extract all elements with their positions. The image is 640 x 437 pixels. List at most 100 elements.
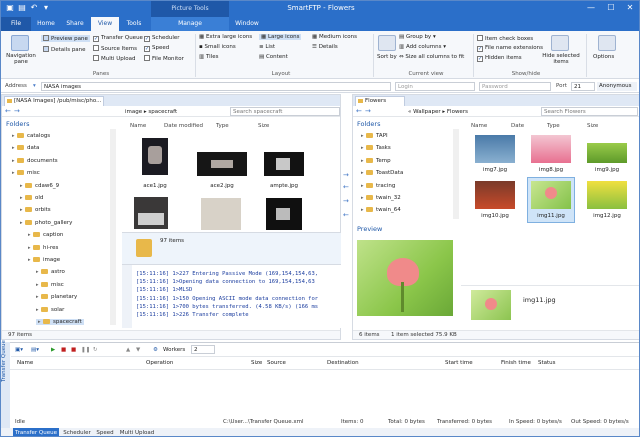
workers-input[interactable]: 2 (191, 345, 215, 354)
column-type[interactable]: Type (547, 123, 560, 129)
tab-home[interactable]: Home (32, 17, 60, 31)
maximize-button[interactable]: ☐ (601, 1, 621, 15)
size-columns-button[interactable]: ⇔ Size all columns to fit (399, 54, 464, 60)
tree-item[interactable]: ▸ Temp (361, 157, 391, 164)
column-type[interactable]: Type (216, 123, 229, 129)
tree-item[interactable]: ▸ catalogs (12, 133, 50, 139)
sort-by-button[interactable]: Sort by (377, 54, 397, 60)
tab-view[interactable]: View (91, 17, 119, 31)
layout-small-icons[interactable]: ▪ Small icons (199, 44, 236, 50)
tree-item[interactable]: ▸ orbits (20, 207, 51, 213)
queue-add-icon[interactable]: ▣▾ (15, 347, 23, 353)
tree-item[interactable]: ▸ hi-res (28, 244, 58, 251)
layout-tiles[interactable]: ▥ Tiles (199, 54, 218, 60)
queue-save-icon[interactable]: ▤▾ (31, 347, 39, 353)
file-thumbnail[interactable] (201, 198, 241, 230)
file-monitor-checkbox[interactable]: File Monitor (144, 55, 184, 62)
queue-column-start-time[interactable]: Start time (445, 360, 473, 366)
tree-item[interactable]: ▸ cdaw6_9 (20, 182, 59, 189)
sort-by-icon[interactable] (378, 35, 396, 51)
left-search-input[interactable]: Search spacecraft (230, 107, 340, 116)
port-input[interactable]: 21 (571, 82, 595, 91)
tree-item[interactable]: ▸ spacecraft (36, 319, 84, 325)
right-tree-scrollbar[interactable] (453, 129, 459, 219)
queue-column-finish-time[interactable]: Finish time (501, 360, 531, 366)
hidden-items-checkbox[interactable]: Hidden items (477, 55, 522, 62)
layout-content[interactable]: ▤ Content (259, 54, 288, 60)
file-thumbnail[interactable] (531, 181, 571, 209)
file-thumbnail[interactable] (266, 198, 302, 230)
group-by-button[interactable]: ▤ Group by ▾ (399, 34, 436, 40)
stop-icon[interactable]: ■ (61, 347, 66, 353)
column-date[interactable]: Date modified (164, 123, 203, 129)
details-pane-button[interactable]: Details pane (41, 46, 88, 53)
layout-extra-large-icons[interactable]: ▦ Extra large icons (199, 34, 252, 40)
queue-column-source[interactable]: Source (267, 360, 286, 366)
tree-item[interactable]: ▸ twain_32 (361, 195, 401, 201)
queue-column-destination[interactable]: Destination (327, 360, 359, 366)
tree-item[interactable]: ▸ misc (36, 281, 64, 288)
tree-item[interactable]: ▸ misc (12, 170, 40, 176)
tree-item[interactable]: ▸ Tasks (361, 145, 391, 151)
navigation-pane-button[interactable]: Navigation pane (3, 53, 39, 65)
left-folder-tab[interactable]: [NASA Images] /pub/misc/pho... (4, 96, 104, 106)
file-thumbnail[interactable] (475, 135, 515, 163)
tab-file[interactable]: File (1, 17, 31, 31)
queue-column-size[interactable]: Size (251, 360, 262, 366)
tree-item[interactable]: ▸ twain_64 (361, 207, 401, 213)
file-thumbnail[interactable] (134, 197, 168, 229)
file-thumbnail[interactable] (475, 181, 515, 209)
multi-upload-checkbox[interactable]: Multi Upload (93, 55, 135, 62)
left-breadcrumb[interactable]: image ▸ spacecraft (125, 109, 177, 115)
column-name[interactable]: Name (130, 123, 146, 129)
forward-icon[interactable]: → (365, 107, 371, 115)
file-thumbnail[interactable] (264, 152, 304, 176)
login-input[interactable]: Login (395, 82, 475, 91)
left-tree-scrollbar[interactable] (110, 129, 116, 325)
anonymous-toggle[interactable]: Anonymous (597, 82, 637, 91)
scheduler-checkbox[interactable]: Scheduler (144, 35, 180, 42)
column-name[interactable]: Name (471, 123, 487, 129)
right-breadcrumb[interactable]: « Wallpaper ▸ Flowers (408, 109, 468, 115)
tree-item[interactable]: ▸ documents (12, 157, 58, 164)
address-input[interactable]: NASA images (41, 82, 391, 91)
right-folder-tab[interactable]: Flowers (355, 96, 405, 106)
tab-tools[interactable]: Tools (120, 17, 148, 31)
tree-item[interactable]: ▸ ToastData (361, 170, 403, 176)
source-items-checkbox[interactable]: Source Items (93, 45, 137, 52)
speed-checkbox[interactable]: Speed (144, 45, 169, 52)
bottom-tab-multi-upload[interactable]: Multi Upload (117, 428, 157, 436)
address-dropdown-icon[interactable]: ▾ (31, 82, 39, 91)
download-arrow-icon[interactable]: ← (343, 183, 349, 191)
bottom-tab-transfer-queue[interactable]: Transfer Queue (13, 428, 59, 436)
back-icon[interactable]: ← (356, 107, 362, 115)
tab-window[interactable]: Window (231, 17, 263, 31)
hide-selected-items-button[interactable]: Hide selected items (539, 53, 583, 65)
queue-column-name[interactable]: Name (17, 360, 33, 366)
tree-item[interactable]: ▸ old (20, 195, 43, 201)
forward-icon[interactable]: → (14, 107, 20, 115)
transfer-queue-checkbox[interactable]: Transfer Queue (93, 35, 143, 42)
bottom-tab-scheduler[interactable]: Scheduler (61, 428, 93, 436)
upload-arrow-icon[interactable]: → (343, 171, 349, 179)
column-date[interactable]: Date (511, 123, 524, 129)
options-button[interactable]: Options (593, 54, 614, 60)
tree-item[interactable]: ▸ TAPI (361, 133, 388, 139)
tree-item[interactable]: ▸ tracing (361, 182, 395, 189)
layout-list[interactable]: ≡ List (259, 44, 275, 50)
options-icon[interactable] (598, 35, 616, 51)
bottom-tab-speed[interactable]: Speed (93, 428, 117, 436)
minimize-button[interactable]: — (581, 1, 601, 15)
column-size[interactable]: Size (258, 123, 269, 129)
transfer-queue-side-tab[interactable]: Transfer Queue (1, 340, 10, 428)
back-icon[interactable]: ← (5, 107, 11, 115)
refresh-icon[interactable]: ↻ (93, 347, 98, 353)
file-name-extensions-checkbox[interactable]: File name extensions (477, 45, 543, 52)
tree-item[interactable]: ▸ image (28, 257, 60, 263)
tree-item[interactable]: ▸ planetary (36, 294, 77, 300)
queue-column-status[interactable]: Status (538, 360, 556, 366)
tab-manage[interactable]: Manage (151, 17, 229, 31)
close-button[interactable]: ✕ (620, 1, 639, 15)
tree-item[interactable]: ▸ solar (36, 306, 64, 313)
preview-pane-button[interactable]: Preview pane (41, 35, 90, 42)
